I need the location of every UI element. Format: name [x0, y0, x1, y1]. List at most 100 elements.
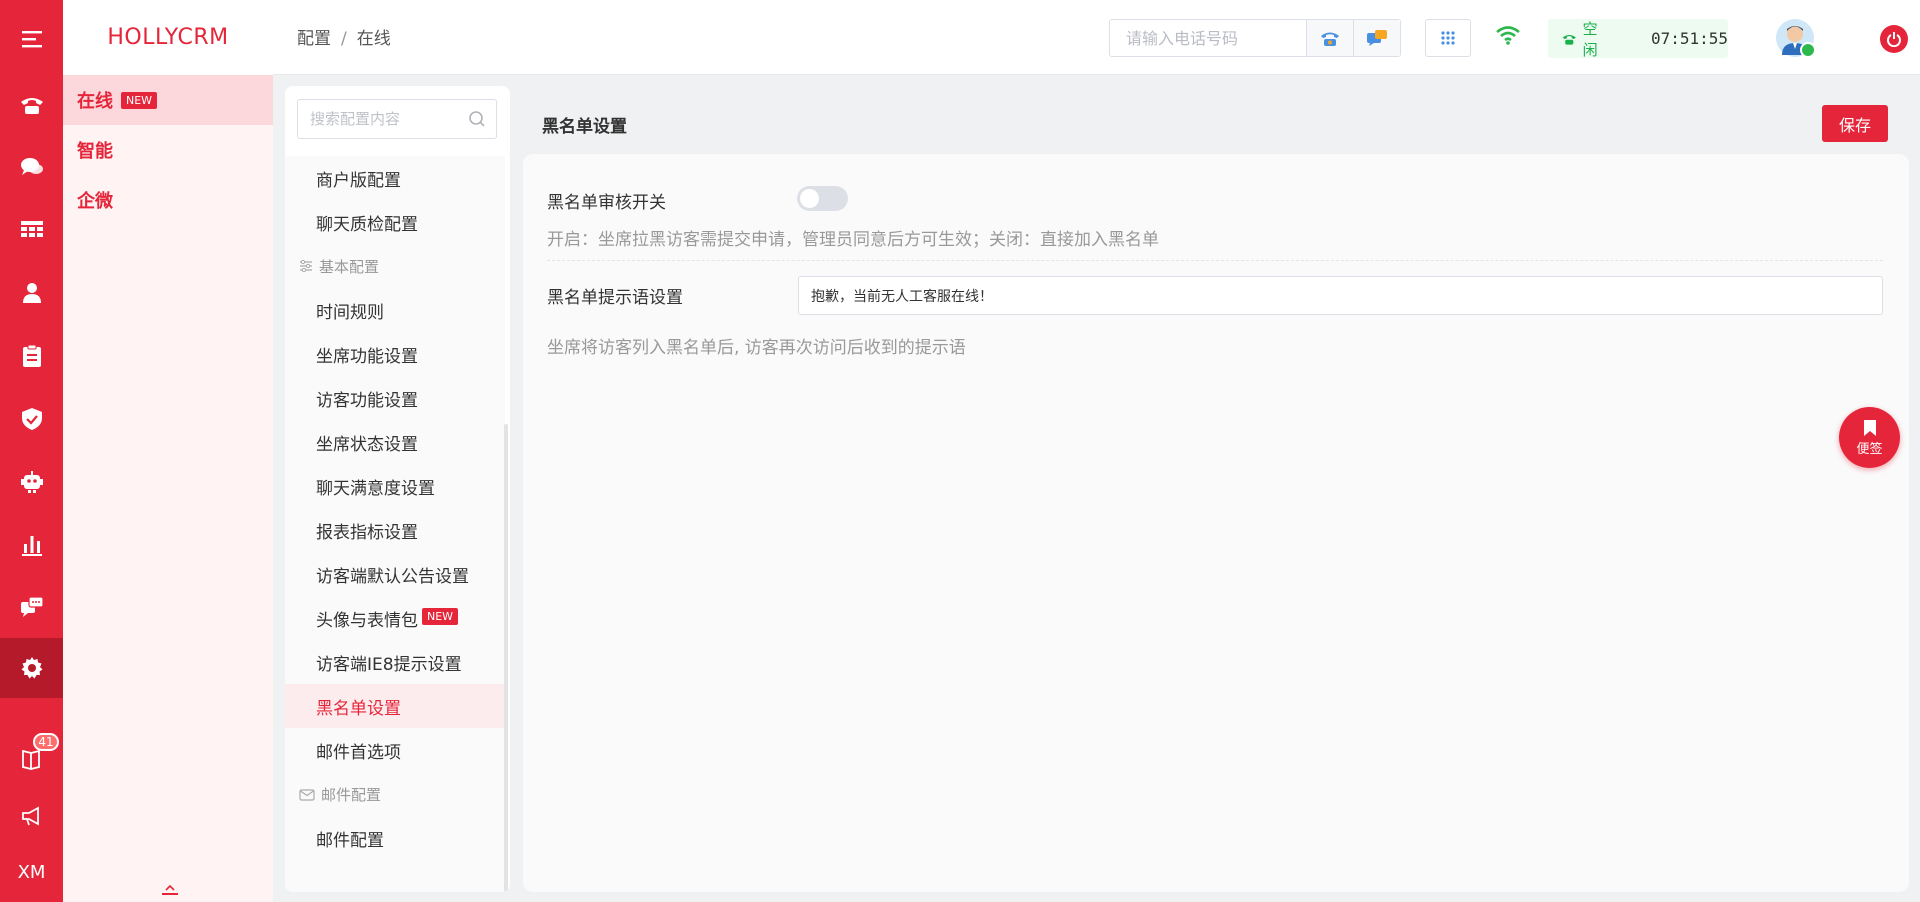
phone-number-input[interactable] — [1110, 20, 1306, 56]
rail-item-table[interactable] — [0, 201, 63, 259]
secondary-menu: HOLLYCRM 在线 NEW 智能 企微 — [63, 0, 273, 902]
breadcrumb-config[interactable]: 配置 — [297, 29, 331, 49]
rail-item-report[interactable] — [0, 516, 63, 574]
submenu-item-wecom[interactable]: 企微 — [63, 175, 273, 225]
xm-label: XM — [17, 861, 46, 883]
review-switch-toggle[interactable] — [797, 186, 848, 211]
dial-phone-icon — [1321, 32, 1339, 46]
sticky-note-button[interactable]: 便签 — [1839, 407, 1900, 468]
status-label: 空闲 — [1582, 19, 1598, 59]
tip-setting-label: 黑名单提示语设置 — [547, 288, 683, 308]
phone-icon — [20, 98, 43, 114]
config-item-agent-status[interactable]: 坐席状态设置 — [285, 420, 505, 464]
submenu-item-label: 在线 — [77, 91, 113, 112]
tip-setting-description: 坐席将访客列入黑名单后, 访客再次访问后收到的提示语 — [547, 338, 966, 358]
submenu-item-label: 智能 — [77, 141, 113, 162]
rail-item-book[interactable]: 41 — [0, 730, 63, 788]
rail-item-messages[interactable] — [0, 578, 63, 636]
config-item-visitor-functions[interactable]: 访客功能设置 — [285, 376, 505, 420]
config-group-label: 基本配置 — [319, 257, 380, 276]
icon-rail: 41 XM — [0, 0, 63, 902]
online-check-icon — [1800, 42, 1816, 58]
rail-item-settings[interactable] — [0, 638, 63, 698]
breadcrumb-online: 在线 — [356, 29, 391, 49]
dial-button[interactable] — [1306, 20, 1353, 56]
config-item-mail[interactable]: 邮件配置 — [285, 816, 505, 860]
rail-item-robot[interactable] — [0, 453, 63, 511]
rail-item-user[interactable] — [0, 264, 63, 322]
save-button[interactable]: 保存 — [1822, 105, 1888, 142]
bar-chart-icon — [21, 536, 42, 556]
app-root: 41 XM HOLLYCRM 在线 NEW 智能 企微 配置 / 在线 请输入电… — [0, 0, 1920, 902]
brand-logo: HOLLYCRM — [63, 0, 273, 75]
phone-dial-box — [1109, 19, 1401, 57]
user-icon — [22, 283, 41, 303]
rail-item-shield[interactable] — [0, 390, 63, 448]
agent-status[interactable]: 空闲 07:51:55 — [1548, 19, 1728, 59]
config-item-time-rules[interactable]: 时间规则 — [285, 288, 505, 332]
config-group-mail: 邮件配置 — [285, 772, 505, 816]
sliders-icon — [300, 260, 312, 272]
rail-item-phone[interactable] — [0, 76, 63, 134]
config-group-basic: 基本配置 — [285, 244, 505, 288]
bookmark-icon — [1863, 419, 1876, 436]
config-menu-list: 商户版配置 聊天质检配置 基本配置 时间规则 坐席功能设置 访客功能设置 坐席状… — [285, 156, 505, 892]
clipboard-icon — [22, 344, 41, 367]
breadcrumb: 配置 / 在线 — [297, 24, 391, 49]
config-item-report-metrics[interactable]: 报表指标设置 — [285, 508, 505, 552]
mail-icon — [299, 789, 315, 801]
grid-icon — [1441, 31, 1455, 45]
config-search-input[interactable] — [298, 101, 458, 137]
apps-grid-button[interactable] — [1425, 19, 1471, 57]
config-item-chat-quality[interactable]: 聊天质检配置 — [285, 200, 505, 244]
breadcrumb-separator: / — [341, 29, 347, 49]
notification-count-badge: 41 — [33, 733, 59, 751]
config-item-label: 头像与表情包 — [316, 610, 418, 631]
rail-item-clipboard[interactable] — [0, 327, 63, 385]
collapse-up-icon[interactable] — [162, 884, 178, 896]
config-item-avatar-emoji[interactable]: 头像与表情包 NEW — [285, 596, 505, 640]
chat-bubble-icon — [1367, 30, 1387, 46]
table-icon — [20, 221, 43, 237]
submenu-item-smart[interactable]: 智能 — [63, 125, 273, 175]
config-item-agent-functions[interactable]: 坐席功能设置 — [285, 332, 505, 376]
config-item-satisfaction[interactable]: 聊天满意度设置 — [285, 464, 505, 508]
divider — [547, 260, 1883, 261]
config-group-label: 邮件配置 — [321, 785, 382, 804]
status-phone-icon — [1562, 34, 1576, 45]
submenu-item-online[interactable]: 在线 NEW — [63, 75, 273, 125]
rail-item-chat[interactable] — [0, 138, 63, 196]
config-item-merchant[interactable]: 商户版配置 — [285, 156, 505, 200]
messages-icon — [20, 596, 44, 617]
review-switch-description: 开启：坐席拉黑访客需提交申请，管理员同意后方可生效；关闭：直接加入黑名单 — [547, 230, 1159, 250]
robot-icon — [20, 471, 43, 493]
message-button[interactable] — [1353, 20, 1400, 56]
power-icon — [1887, 32, 1901, 47]
rail-item-xm[interactable]: XM — [0, 843, 63, 901]
config-sidebar: 商户版配置 聊天质检配置 基本配置 时间规则 坐席功能设置 访客功能设置 坐席状… — [285, 86, 510, 892]
page-title: 黑名单设置 — [542, 117, 627, 137]
shield-icon — [21, 408, 42, 430]
menu-toggle-button[interactable] — [0, 10, 63, 68]
new-badge: NEW — [121, 91, 158, 109]
settings-icon — [21, 657, 42, 679]
logout-button[interactable] — [1880, 25, 1908, 53]
sticky-note-label: 便签 — [1856, 441, 1883, 457]
submenu-item-label: 企微 — [77, 191, 113, 212]
config-item-blacklist[interactable]: 黑名单设置 — [285, 684, 505, 728]
blacklist-settings-card — [523, 154, 1909, 892]
config-sidebar-scrollbar[interactable] — [504, 424, 508, 892]
chat-icon — [20, 158, 43, 175]
blacklist-tip-input[interactable] — [798, 276, 1883, 315]
config-item-ie8-tip[interactable]: 访客端IE8提示设置 — [285, 640, 505, 684]
config-search — [297, 99, 497, 139]
review-switch-label: 黑名单审核开关 — [547, 193, 666, 213]
megaphone-icon — [21, 806, 39, 826]
toggle-knob — [800, 189, 819, 208]
config-item-visitor-notice[interactable]: 访客端默认公告设置 — [285, 552, 505, 596]
rail-item-announce[interactable] — [0, 787, 63, 845]
search-icon[interactable] — [468, 110, 486, 128]
wifi-icon — [1496, 26, 1520, 45]
config-item-mail-preferences[interactable]: 邮件首选项 — [285, 728, 505, 772]
menu-icon — [21, 31, 42, 48]
